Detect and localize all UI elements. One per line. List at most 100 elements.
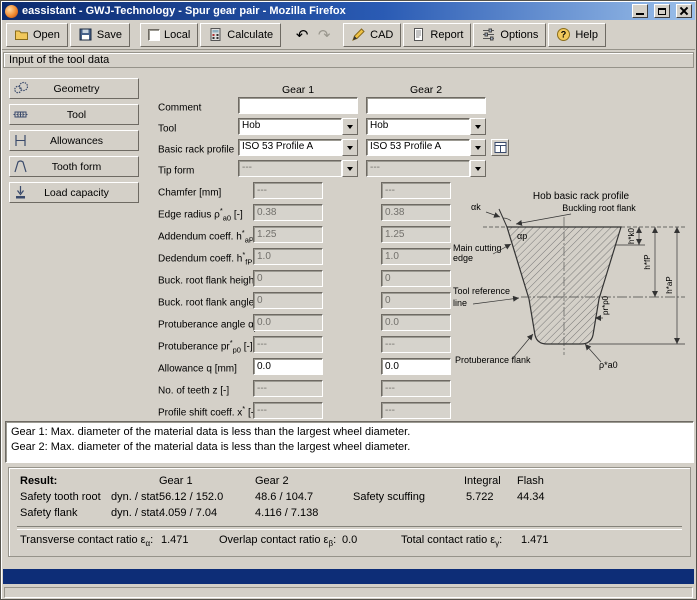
save-label: Save [97,29,122,41]
chamfer-gear2-field [381,182,451,199]
dropdown-arrow-icon[interactable] [342,118,358,135]
application-window: eassistant - GWJ-Technology - Spur gear … [0,0,697,600]
report-label: Report [430,29,463,41]
select-value: Hob [366,118,470,135]
result-title: Result: [20,475,57,487]
buckling-height-gear2-field [381,270,451,287]
protuberance-flank-label: Protuberance flank [455,355,531,365]
safety-tooth-root-gear1-value: 56.12 / 152.0 [159,491,223,503]
h-k0-label: h*k0 [627,227,636,244]
field-label: Comment [158,100,201,115]
buckling-root-flank-label: Buckling root flank [562,203,636,213]
window-title: eassistant - GWJ-Technology - Spur gear … [22,5,626,17]
save-disk-icon [78,27,93,42]
dropdown-arrow-icon[interactable] [470,160,486,177]
minimize-button[interactable] [632,4,648,18]
tip-form-gear1-select[interactable]: --- [238,160,358,177]
warning-message-gear2: Gear 2: Max. diameter of the material da… [11,440,688,455]
gear2-column-header: Gear 2 [366,84,486,96]
safety-flank-mode: dyn. / stat. [111,507,162,519]
protuberance-gear1-field [253,336,323,353]
allowance-gear1-input[interactable] [253,358,323,375]
result-col-gear2: Gear 2 [255,475,289,487]
toolbar: Open Save Local Calculate ↶ ↷ CAD Report [2,20,695,50]
field-label: No. of teeth z [-] [158,383,229,398]
comment-gear2-input[interactable] [366,97,486,114]
dropdown-arrow-icon[interactable] [470,139,486,156]
safety-flank-label: Safety flank [20,507,77,519]
rack-profile-detail-button[interactable] [491,139,509,156]
sidebar-item-geometry[interactable]: Geometry [9,78,139,99]
undo-button[interactable]: ↶ [291,23,313,47]
cad-button[interactable]: CAD [343,23,401,47]
svg-text:?: ? [561,30,567,40]
local-label: Local [164,29,190,41]
dropdown-arrow-icon[interactable] [342,160,358,177]
firefox-icon [5,5,18,18]
save-button[interactable]: Save [70,23,130,47]
dropdown-arrow-icon[interactable] [342,139,358,156]
allowance-gear2-input[interactable] [381,358,451,375]
local-toggle[interactable]: Local [140,23,198,47]
minimize-icon [636,13,644,15]
select-value: ISO 53 Profile A [238,139,342,156]
comment-gear1-input[interactable] [238,97,358,114]
open-label: Open [33,29,60,41]
profile-shift-gear2-field [381,402,451,419]
help-label: Help [575,29,598,41]
safety-tooth-root-gear2-value: 48.6 / 104.7 [255,491,313,503]
safety-scuffing-integral-value: 5.722 [466,491,494,503]
teeth-gear2-field [381,380,451,397]
rack-profile-detail-icon [493,140,508,155]
open-button[interactable]: Open [6,23,68,47]
close-icon [679,6,689,16]
report-button[interactable]: Report [403,23,471,47]
field-label: Chamfer [mm] [158,185,221,200]
h-aP-label: h*aP [665,276,674,293]
total-contact-ratio-label: Total contact ratio εγ: [401,534,502,548]
rho-a0-label: ρ*a0 [599,360,618,370]
safety-scuffing-label: Safety scuffing [353,491,425,503]
calculate-label: Calculate [227,29,273,41]
calculate-button[interactable]: Calculate [200,23,281,47]
rack-profile-gear1-select[interactable]: ISO 53 Profile A [238,139,358,156]
protuberance-angle-gear2-field [381,314,451,331]
safety-flank-gear1-value: 4.059 / 7.04 [159,507,217,519]
safety-scuffing-flash-value: 44.34 [517,491,545,503]
main-cutting-edge-label2: edge [453,253,473,263]
addendum-gear2-field [381,226,451,243]
alpha-k-label: αk [471,202,481,212]
main-cutting-edge-label: Main cutting [453,243,502,253]
buckling-angle-gear1-field [253,292,323,309]
safety-tooth-root-mode: dyn. / stat. [111,491,162,503]
bottom-bar [3,569,694,584]
options-button[interactable]: Options [473,23,546,47]
rack-profile-gear2-select[interactable]: ISO 53 Profile A [366,139,486,156]
tip-form-row: Tip form --- --- [1,160,696,178]
tool-gear1-select[interactable]: Hob [238,118,358,135]
result-col-integral: Integral [464,475,501,487]
close-button[interactable] [676,4,692,18]
tool-reference-line-label2: line [453,298,467,308]
redo-button[interactable]: ↷ [313,23,335,47]
tip-form-gear2-select[interactable]: --- [366,160,486,177]
sidebar-item-label: Geometry [31,83,122,95]
field-label: Edge radius ρ*a0 [-] [158,207,243,222]
profile-shift-row: Profile shift coeff. x* [-] [1,402,696,420]
field-label: Protuberance pr*p0 [-] [158,339,253,354]
pencil-icon [351,27,366,42]
gear1-column-header: Gear 1 [238,84,358,96]
safety-tooth-root-label: Safety tooth root [20,491,101,503]
maximize-icon [658,8,666,15]
edge-radius-gear1-field [253,204,323,221]
basic-rack-profile-row: Basic rack profile ISO 53 Profile A ISO … [1,139,696,157]
maximize-button[interactable] [654,4,670,18]
help-button[interactable]: ? Help [548,23,606,47]
local-checkbox[interactable] [148,29,160,41]
overlap-contact-ratio-label: Overlap contact ratio εβ: [219,534,336,548]
tool-gear2-select[interactable]: Hob [366,118,486,135]
dropdown-arrow-icon[interactable] [470,118,486,135]
geometry-icon [13,81,28,96]
document-icon [411,27,426,42]
transverse-contact-ratio-label: Transverse contact ratio εα: [20,534,153,548]
